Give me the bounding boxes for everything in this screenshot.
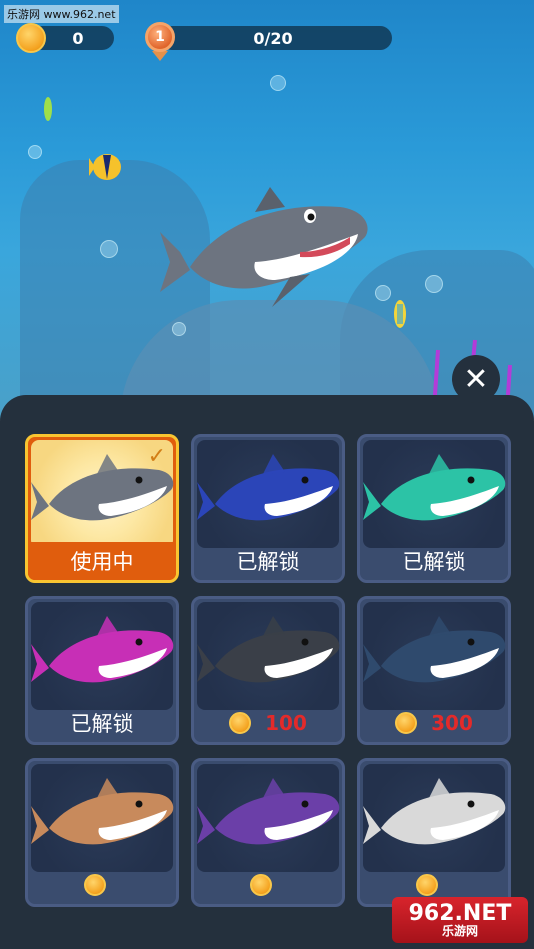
shark-card[interactable]: 100 — [191, 596, 345, 745]
bubble — [425, 275, 443, 293]
shark-icon — [197, 454, 340, 521]
shark-card[interactable] — [25, 758, 179, 907]
coin-icon — [416, 874, 438, 896]
shark-icon — [363, 454, 506, 521]
shark-icon — [363, 616, 506, 683]
checkmark-icon: ✓ — [147, 444, 166, 469]
shark-card-image — [363, 764, 506, 872]
shark-card[interactable]: 已解锁 — [25, 596, 179, 745]
medal-ribbon — [152, 51, 168, 61]
close-button[interactable]: ✕ — [452, 355, 500, 403]
status-label: 已解锁 — [360, 542, 508, 580]
shark-card[interactable]: 已解锁 — [357, 434, 511, 583]
shark-icon — [31, 778, 174, 845]
coin-icon — [84, 874, 106, 896]
shark-icon — [31, 616, 174, 683]
price-label: 100 — [194, 704, 342, 742]
shark-icon — [197, 616, 340, 683]
shark-card-image — [363, 602, 506, 710]
close-icon: ✕ — [463, 361, 489, 397]
watermark-text: 乐游网 www.962.net — [4, 5, 119, 23]
card-label-text: 使用中 — [70, 550, 134, 574]
small-fish-icon — [44, 97, 52, 121]
coin-icon — [229, 712, 252, 734]
site-badge-subtitle: 乐游网 — [441, 924, 478, 938]
shark-card[interactable] — [357, 758, 511, 907]
price-label — [28, 866, 176, 904]
shark-card-image — [197, 764, 340, 872]
site-badge-title: 962.NET — [408, 901, 512, 926]
card-label-text: 100 — [265, 711, 307, 735]
shark-card[interactable]: 300 — [357, 596, 511, 745]
tropical-fish-icon — [89, 154, 121, 180]
shark-icon — [363, 778, 506, 845]
shark-card-image — [31, 602, 174, 710]
price-label — [194, 866, 342, 904]
coin-icon — [395, 712, 418, 734]
bubble — [100, 240, 118, 258]
status-label: 使用中 — [28, 542, 176, 580]
shark-card-image — [197, 440, 340, 548]
bubble — [172, 322, 186, 336]
status-label: 已解锁 — [28, 704, 176, 742]
progress-bar: 0/20 — [160, 26, 392, 50]
shark-player-icon — [160, 187, 368, 307]
shark-icon — [197, 778, 340, 845]
small-fish-icon — [394, 300, 406, 328]
medal-rank: 1 — [155, 29, 165, 45]
game-scene: 乐游网 www.962.net 0 0/20 1 — [0, 0, 534, 420]
shark-card-image — [363, 440, 506, 548]
bubble — [375, 285, 391, 301]
coin-icon — [250, 874, 272, 896]
status-label: 已解锁 — [194, 542, 342, 580]
card-label-text: 已解锁 — [236, 550, 300, 574]
shark-card-image — [197, 602, 340, 710]
shark-card[interactable] — [191, 758, 345, 907]
card-label-text: 已解锁 — [402, 550, 466, 574]
bubble — [28, 145, 42, 159]
shark-card[interactable]: 已解锁 — [191, 434, 345, 583]
site-badge: 962.NET 乐游网 — [392, 897, 528, 943]
shark-card[interactable]: ✓ 使用中 — [25, 434, 179, 583]
progress-text: 0/20 — [253, 28, 293, 48]
medal-icon: 1 — [145, 22, 175, 52]
bubble — [270, 75, 286, 91]
card-label-text: 300 — [431, 711, 473, 735]
coin-icon — [16, 23, 46, 53]
shark-card-image — [31, 764, 174, 872]
price-label: 300 — [360, 704, 508, 742]
card-label-text: 已解锁 — [70, 712, 134, 736]
coin-count: 0 — [72, 28, 84, 48]
